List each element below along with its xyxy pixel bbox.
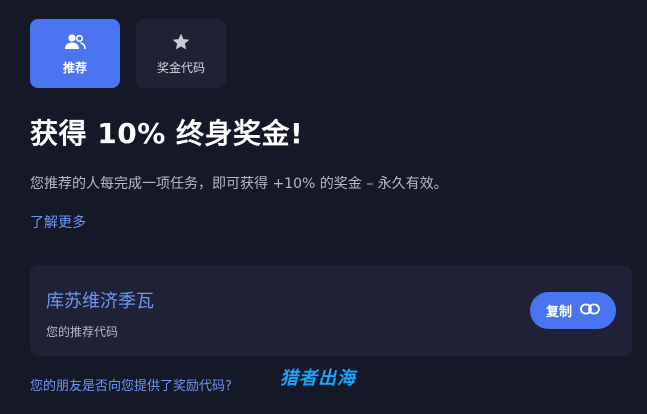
referral-code-label: 您的推荐代码	[46, 325, 119, 339]
link-icon	[580, 303, 600, 319]
referral-code-card: 库苏维济季瓦 您的推荐代码 复制	[30, 265, 632, 356]
referral-code-value: 库苏维济季瓦	[46, 291, 154, 312]
copy-button-label: 复制	[545, 305, 572, 320]
tab-referral[interactable]: 推荐	[30, 19, 120, 88]
watermark-logo: 猎者出海	[280, 368, 356, 389]
learn-more-link[interactable]: 了解更多	[30, 212, 86, 232]
tab-label: 推荐	[62, 61, 87, 75]
tab-label: 奖金代码	[156, 61, 205, 75]
bonus-code-question-link[interactable]: 您的朋友是否向您提供了奖励代码?	[30, 375, 232, 394]
copy-button[interactable]: 复制	[529, 292, 616, 329]
tab-bonus-code[interactable]: 奖金代码	[136, 19, 226, 88]
users-icon	[64, 31, 86, 53]
tab-bar: 推荐 奖金代码	[30, 19, 226, 88]
description-text: 您推荐的人每完成一项任务，即可获得 +10% 的奖金 – 永久有效。	[30, 176, 448, 192]
star-icon	[170, 31, 192, 53]
page-title: 获得 10% 终身奖金!	[30, 117, 304, 150]
